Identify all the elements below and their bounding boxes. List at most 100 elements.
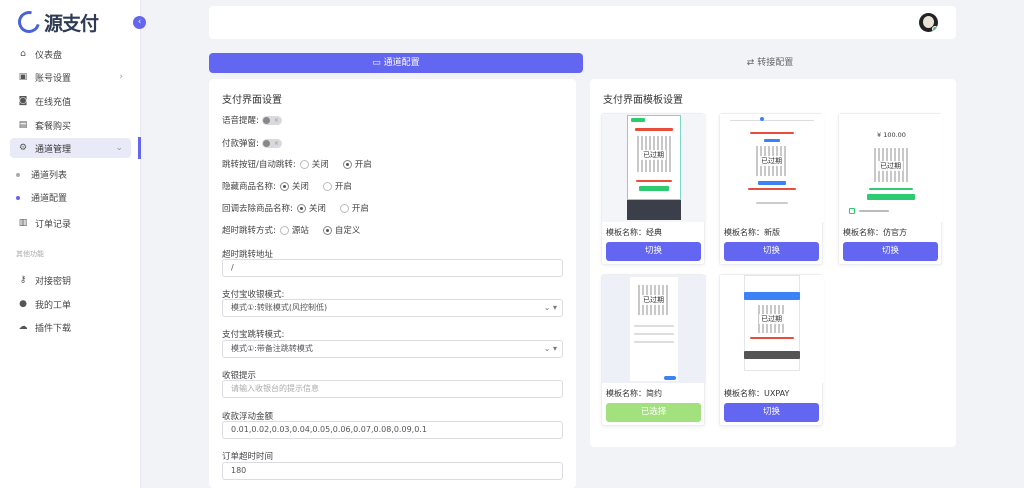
- sidebar-item-plugin-download[interactable]: ☁ 插件下载: [10, 317, 131, 337]
- template-name: 模板名称：新版: [724, 228, 780, 237]
- template-preview: 已过期: [720, 114, 824, 222]
- template-name: 模板名称：仿官方: [843, 228, 907, 237]
- template-preview: 已过期: [602, 114, 706, 222]
- account-icon: ▣: [18, 72, 28, 82]
- alipay-jump-select[interactable]: 模式①:带备注跳转模式 ⌄ ▾: [222, 340, 563, 358]
- chevron-down-icon: ⌄: [115, 143, 123, 153]
- sidebar-item-label: 订单记录: [35, 219, 72, 230]
- template-card-classic: 已过期 模板名称：经典 切换: [601, 113, 706, 265]
- collapse-sidebar-button[interactable]: ‹: [133, 16, 146, 29]
- tab-transfer-config[interactable]: ⇄ 转接配置: [583, 53, 957, 73]
- logo-text: 源支付: [44, 13, 99, 35]
- hide-name-on-radio[interactable]: [322, 181, 332, 191]
- callback-on-radio[interactable]: [339, 203, 349, 213]
- radio-label: 开启: [351, 204, 369, 214]
- chevron-down-icon: ⌄ ▾: [543, 303, 557, 312]
- radio-label: 源站: [291, 226, 309, 236]
- gear-icon: ⚙: [18, 143, 28, 153]
- chat-icon: ●: [19, 299, 27, 309]
- brand-logo[interactable]: 源支付: [13, 6, 99, 38]
- source-site-radio[interactable]: [279, 225, 289, 235]
- sidebar-item-channel-management[interactable]: ⚙ 通道管理 ⌄: [10, 138, 131, 158]
- radio-label: 关闭: [311, 160, 329, 170]
- select-value: 模式①:转账模式(风控制低): [231, 303, 328, 312]
- sidebar-subitem-channel-config[interactable]: 通道配置: [16, 191, 67, 204]
- sidebar-subitem-label: 通道配置: [31, 194, 68, 204]
- switch-template-button[interactable]: 切换: [606, 242, 701, 261]
- switch-template-button[interactable]: 切换: [724, 403, 819, 422]
- qr-stamp: 已过期: [759, 156, 784, 166]
- callback-off-radio[interactable]: [296, 203, 306, 213]
- cashier-tip-input[interactable]: 请输入收银台的提示信息: [222, 380, 563, 398]
- timeout-jump-mode-row: 超时跳转方式: 源站 自定义: [222, 224, 360, 236]
- cloud-download-icon: ☁: [18, 322, 28, 332]
- sidebar-item-recharge[interactable]: ◙ 在线充值: [10, 91, 131, 111]
- recharge-icon: ◙: [18, 96, 28, 106]
- template-card-official: ¥ 100.00 已过期 模板名称：仿官方 切换: [838, 113, 943, 265]
- jump-off-radio[interactable]: [299, 159, 309, 169]
- package-icon: ▤: [18, 120, 28, 130]
- sidebar-item-label: 我的工单: [35, 300, 72, 311]
- sidebar-item-tickets[interactable]: ● 我的工单: [10, 294, 131, 314]
- payment-popup-row: 付款弹窗:: [222, 137, 282, 149]
- switch-template-button[interactable]: 切换: [724, 242, 819, 261]
- switch-template-button[interactable]: 切换: [843, 242, 938, 261]
- radio-label: 开启: [334, 182, 352, 192]
- sidebar: 源支付 ⌂ 仪表盘 ▣ 账号设置 › ◙ 在线充值 ▤ 套餐购买 ⚙ 通道管理 …: [0, 0, 141, 488]
- qr-stamp: 已过期: [878, 161, 903, 171]
- sidebar-item-dashboard[interactable]: ⌂ 仪表盘: [10, 44, 131, 64]
- jump-on-radio[interactable]: [342, 159, 352, 169]
- bullet-icon: [16, 195, 20, 200]
- template-amount: ¥ 100.00: [877, 131, 906, 139]
- sidebar-section-label: 其他功能: [16, 250, 44, 258]
- avatar[interactable]: [919, 13, 938, 32]
- home-icon: ⌂: [20, 49, 26, 59]
- wallet-icon: ▥: [18, 218, 28, 228]
- custom-radio[interactable]: [322, 225, 332, 235]
- hide-name-off-radio[interactable]: [279, 181, 289, 191]
- timeout-url-input[interactable]: /: [222, 259, 563, 277]
- selected-template-button[interactable]: 已选择: [606, 403, 701, 422]
- callback-remove-name-row: 回调去除商品名称: 关闭 开启: [222, 202, 369, 214]
- sidebar-item-label: 通道管理: [35, 144, 72, 155]
- header-bar: [209, 6, 956, 39]
- bullet-icon: [16, 172, 20, 177]
- sidebar-item-package[interactable]: ▤ 套餐购买: [10, 115, 131, 135]
- key-icon: ⚷: [19, 275, 27, 285]
- card-title: 支付界面模板设置: [603, 95, 683, 106]
- qr-stamp: 已过期: [641, 295, 666, 305]
- select-value: 模式①:带备注跳转模式: [231, 344, 313, 353]
- field-label: 隐藏商品名称:: [222, 182, 276, 192]
- template-card-new: 已过期 模板名称：新版 切换: [719, 113, 824, 265]
- card-title: 支付界面设置: [222, 95, 282, 106]
- field-label: 回调去除商品名称:: [222, 204, 293, 214]
- voice-reminder-row: 语音提醒:: [222, 114, 282, 126]
- sidebar-item-label: 插件下载: [35, 323, 72, 334]
- template-preview: 已过期: [602, 275, 706, 383]
- sidebar-item-label: 对接密钥: [35, 276, 72, 287]
- sidebar-item-label: 在线充值: [35, 97, 72, 108]
- voice-reminder-toggle[interactable]: [261, 115, 282, 125]
- chevron-down-icon: ⌄ ▾: [543, 344, 557, 353]
- qr-stamp: 已过期: [759, 314, 784, 324]
- field-label: 付款弹窗:: [222, 139, 259, 149]
- template-card-uxpay: 已过期 模板名称：UXPAY 切换: [719, 274, 824, 426]
- sidebar-subitem-label: 通道列表: [31, 171, 68, 181]
- field-label: 跳转按钮/自动跳转:: [222, 160, 296, 170]
- sidebar-subitem-channel-list[interactable]: 通道列表: [16, 168, 67, 181]
- alipay-mode-select[interactable]: 模式①:转账模式(风控制低) ⌄ ▾: [222, 299, 563, 317]
- sidebar-item-api-key[interactable]: ⚷ 对接密钥: [10, 270, 131, 290]
- radio-label: 开启: [354, 160, 372, 170]
- template-name: 模板名称：UXPAY: [724, 389, 790, 398]
- float-amount-input[interactable]: 0.01,0.02,0.03,0.04,0.05,0.06,0.07,0.08,…: [222, 421, 563, 439]
- qr-stamp: 已过期: [641, 150, 666, 160]
- template-name: 模板名称：经典: [606, 228, 662, 237]
- order-timeout-input[interactable]: 180: [222, 462, 563, 480]
- sidebar-item-orders[interactable]: ▥ 订单记录: [10, 213, 131, 233]
- field-label: 语音提醒:: [222, 116, 259, 126]
- tab-channel-config[interactable]: ▭ 通道配置: [209, 53, 583, 73]
- template-card-simple: 已过期 模板名称：简约 已选择: [601, 274, 706, 426]
- sidebar-item-account[interactable]: ▣ 账号设置 ›: [10, 67, 131, 87]
- order-timeout-label: 订单超时时间: [222, 452, 274, 462]
- payment-popup-toggle[interactable]: [261, 138, 282, 148]
